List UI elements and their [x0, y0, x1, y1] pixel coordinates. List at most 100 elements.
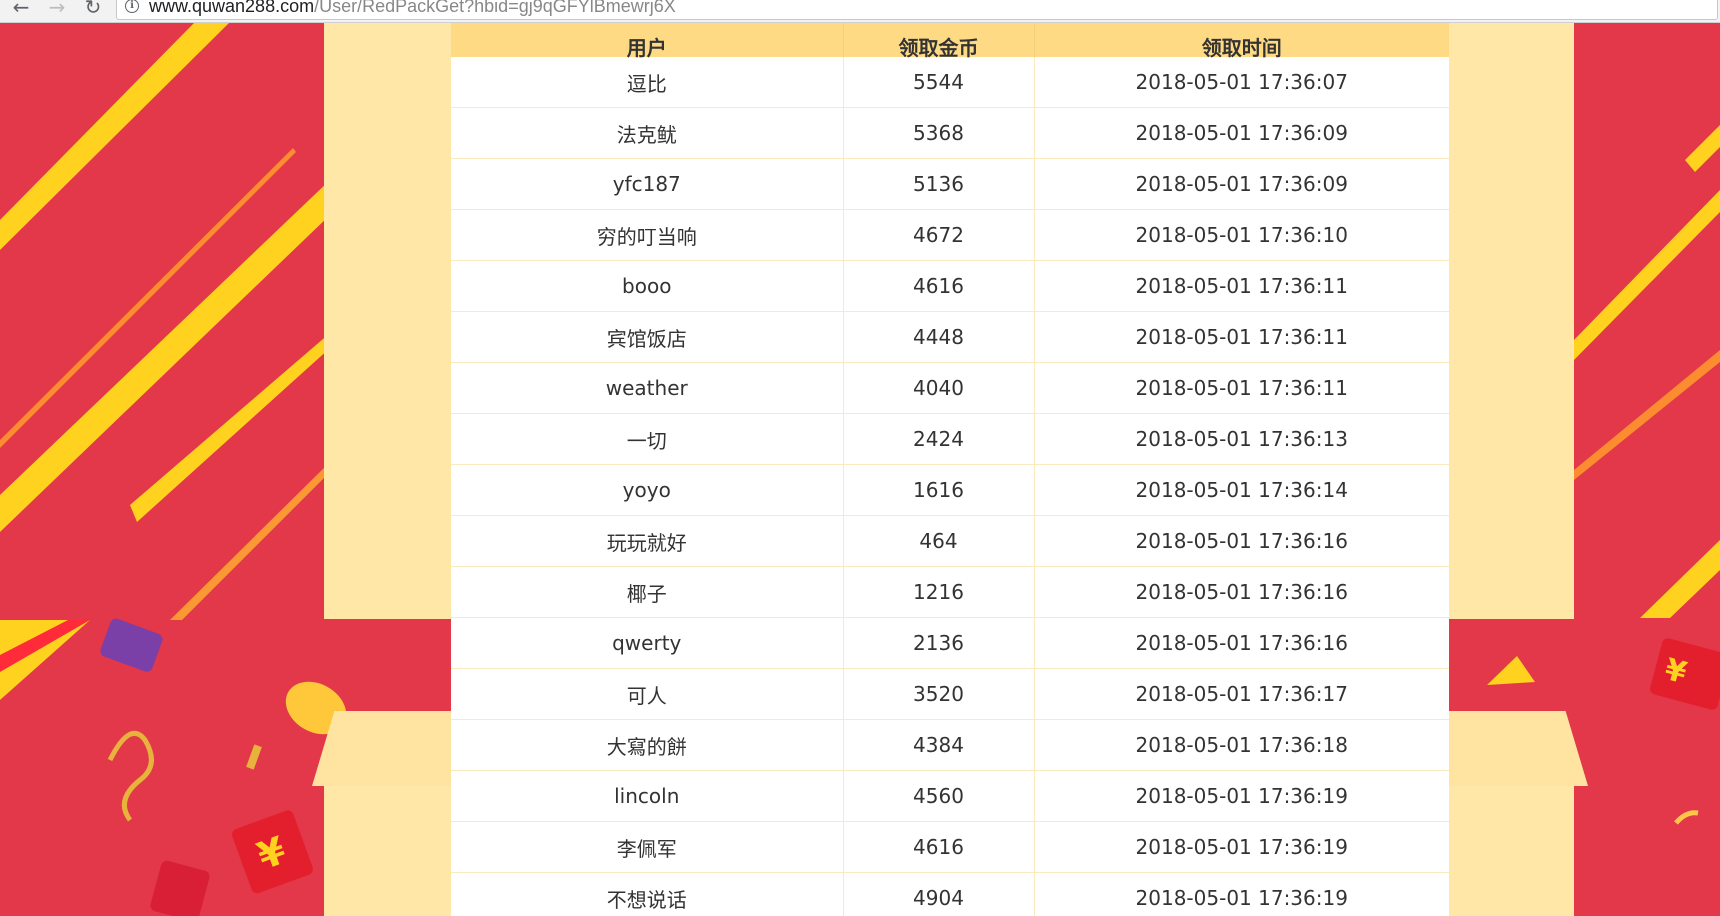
redpack-claim-table: 用户 领取金币 领取时间 逗比 5544 2018-05-01 17:36:07 法… [451, 22, 1449, 916]
browser-toolbar: ← → ↻ i www.quwan288.com/User/RedPackGet… [0, 0, 1720, 23]
url-path: /User/RedPackGet?hbid=gj9qGFYlBmewrj6X [314, 0, 676, 16]
cell-time: 2018-05-01 17:36:19 [1033, 872, 1449, 916]
cell-time: 2018-05-01 17:36:19 [1033, 770, 1449, 822]
confetti-ribbon [107, 730, 154, 822]
stripe-right-4 [1640, 540, 1720, 618]
column-header-coins-label: 领取金币 [898, 36, 979, 60]
table-row: 逗比 5544 2018-05-01 17:36:07 [451, 57, 1449, 108]
stripe-left-5 [170, 462, 330, 620]
gift-box-lid-right [1448, 711, 1588, 786]
cell-user: 李佩军 [451, 821, 843, 873]
cell-time: 2018-05-01 17:36:09 [1033, 158, 1449, 210]
table-row: 法克鱿 5368 2018-05-01 17:36:09 [451, 107, 1449, 159]
cell-time: 2018-05-01 17:36:11 [1033, 362, 1449, 414]
table-row: qwerty 2136 2018-05-01 17:36:16 [451, 617, 1449, 669]
cell-user: yfc187 [451, 158, 843, 210]
url-text[interactable]: www.quwan288.com/User/RedPackGet?hbid=gj… [149, 0, 676, 17]
cell-coins: 3520 [842, 668, 1034, 720]
cell-time: 2018-05-01 17:36:16 [1033, 566, 1449, 618]
cell-user: 玩玩就好 [451, 515, 843, 567]
cell-user: 大寫的餅 [451, 719, 843, 771]
cell-user: 椰子 [451, 566, 843, 618]
column-header-time: 领取时间 [1033, 22, 1449, 60]
cell-coins: 4040 [842, 362, 1034, 414]
table-row: 不想说话 4904 2018-05-01 17:36:19 [451, 872, 1449, 916]
table-row: 宾馆饭店 4448 2018-05-01 17:36:11 [451, 311, 1449, 363]
stripe-right-2 [1685, 125, 1720, 172]
cell-user: 可人 [451, 668, 843, 720]
table-header-row: 用户 领取金币 领取时间 [451, 22, 1449, 60]
cell-time: 2018-05-01 17:36:11 [1033, 311, 1449, 363]
stripe-left-1 [0, 22, 230, 250]
confetti-triangle [1487, 656, 1535, 685]
table-row: 椰子 1216 2018-05-01 17:36:16 [451, 566, 1449, 618]
confetti-piece [246, 744, 262, 770]
cell-coins: 2424 [842, 413, 1034, 465]
cell-coins: 5544 [842, 57, 1034, 108]
cell-coins: 4904 [842, 872, 1034, 916]
cell-coins: 4384 [842, 719, 1034, 771]
cell-user: lincoln [451, 770, 843, 822]
purple-envelope [100, 618, 163, 672]
cell-time: 2018-05-01 17:36:07 [1033, 57, 1449, 108]
cell-coins: 4672 [842, 209, 1034, 261]
cell-user: 宾馆饭店 [451, 311, 843, 363]
info-icon[interactable]: i [125, 0, 139, 13]
cell-coins: 4560 [842, 770, 1034, 822]
column-header-user: 用户 [451, 22, 843, 60]
cell-time: 2018-05-01 17:36:17 [1033, 668, 1449, 720]
table-row: 可人 3520 2018-05-01 17:36:17 [451, 668, 1449, 720]
stripe-right-3 [1574, 350, 1720, 480]
cell-time: 2018-05-01 17:36:09 [1033, 107, 1449, 159]
address-bar[interactable]: i www.quwan288.com/User/RedPackGet?hbid=… [116, 0, 1718, 20]
table-header: 用户 领取金币 领取时间 [451, 22, 1449, 60]
cell-user: 逗比 [451, 57, 843, 108]
reload-icon[interactable]: ↻ [82, 0, 104, 18]
table-row: lincoln 4560 2018-05-01 17:36:19 [451, 770, 1449, 822]
cell-user: weather [451, 362, 843, 414]
cell-coins: 464 [842, 515, 1034, 567]
table-row: weather 4040 2018-05-01 17:36:11 [451, 362, 1449, 414]
column-header-user-label: 用户 [626, 36, 667, 60]
gift-box-body-left [324, 786, 454, 916]
cell-user: 一切 [451, 413, 843, 465]
table-row: 李佩军 4616 2018-05-01 17:36:19 [451, 821, 1449, 873]
cell-user: 穷的叮当响 [451, 209, 843, 261]
table-row: 玩玩就好 464 2018-05-01 17:36:16 [451, 515, 1449, 567]
cell-time: 2018-05-01 17:36:11 [1033, 260, 1449, 312]
gift-box-body-right [1448, 786, 1574, 916]
forward-arrow-icon[interactable]: → [46, 0, 68, 18]
red-envelope-bottom-left [150, 860, 210, 916]
column-header-coins: 领取金币 [842, 22, 1034, 60]
confetti-curl [1674, 810, 1699, 825]
redpack-claim-table-container: 用户 领取金币 领取时间 逗比 5544 2018-05-01 17:36:07 法… [451, 22, 1449, 916]
url-host: www.quwan288.com [149, 0, 315, 16]
cell-user: booo [451, 260, 843, 312]
table-body: 逗比 5544 2018-05-01 17:36:07 法克鱿 5368 2018-05… [451, 57, 1449, 916]
cell-coins: 2136 [842, 617, 1034, 669]
cell-coins: 5368 [842, 107, 1034, 159]
table-row: yoyo 1616 2018-05-01 17:36:14 [451, 464, 1449, 516]
gift-box-lid-left [312, 711, 452, 786]
cell-user: 法克鱿 [451, 107, 843, 159]
back-arrow-icon[interactable]: ← [10, 0, 32, 18]
cell-time: 2018-05-01 17:36:14 [1033, 464, 1449, 516]
cell-time: 2018-05-01 17:36:18 [1033, 719, 1449, 771]
cell-time: 2018-05-01 17:36:19 [1033, 821, 1449, 873]
cell-user: qwerty [451, 617, 843, 669]
table-row: 大寫的餅 4384 2018-05-01 17:36:18 [451, 719, 1449, 771]
stripe-right-1 [1574, 190, 1720, 360]
cell-time: 2018-05-01 17:36:16 [1033, 515, 1449, 567]
cell-time: 2018-05-01 17:36:13 [1033, 413, 1449, 465]
cell-coins: 1216 [842, 566, 1034, 618]
table-row: 穷的叮当响 4672 2018-05-01 17:36:10 [451, 209, 1449, 261]
table-row: booo 4616 2018-05-01 17:36:11 [451, 260, 1449, 312]
column-header-time-label: 领取时间 [1201, 36, 1282, 60]
cell-coins: 4448 [842, 311, 1034, 363]
cell-coins: 4616 [842, 821, 1034, 873]
cell-time: 2018-05-01 17:36:16 [1033, 617, 1449, 669]
cell-user: 不想说话 [451, 872, 843, 916]
table-row: 一切 2424 2018-05-01 17:36:13 [451, 413, 1449, 465]
cell-time: 2018-05-01 17:36:10 [1033, 209, 1449, 261]
cell-coins: 5136 [842, 158, 1034, 210]
